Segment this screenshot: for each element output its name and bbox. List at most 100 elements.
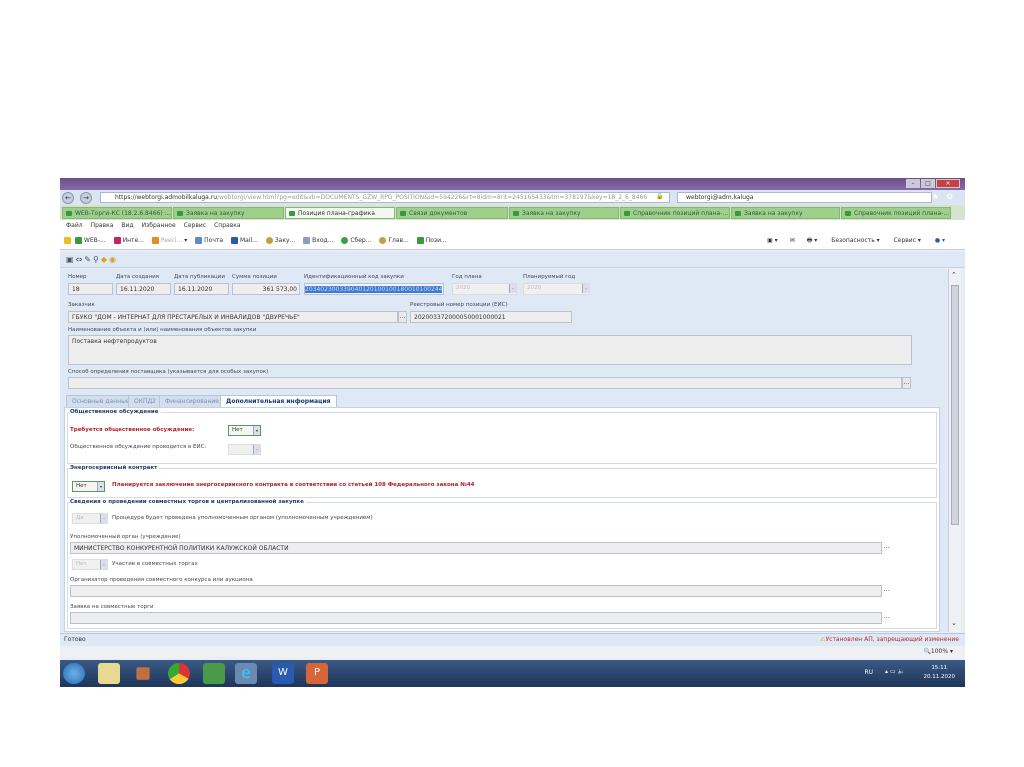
vertical-scrollbar[interactable]: ⌃ ⌄ bbox=[948, 269, 961, 632]
section-title: Общественное обсуждение bbox=[70, 409, 161, 415]
close-button[interactable]: × bbox=[936, 179, 960, 188]
joint-request-lookup-button[interactable]: … bbox=[882, 612, 891, 624]
favorite-link[interactable]: Сбер... bbox=[341, 237, 371, 244]
word-icon[interactable]: W bbox=[272, 663, 294, 684]
zoom-control[interactable]: 🔍100% ▾ bbox=[923, 646, 953, 658]
favorites-star-icon[interactable]: ★ bbox=[932, 192, 939, 201]
customer-lookup-button[interactable]: … bbox=[398, 311, 407, 323]
participation-select[interactable]: Нет ▾ bbox=[72, 559, 108, 570]
favorite-link[interactable]: WEB-... bbox=[74, 237, 106, 244]
customer-label: Заказчик bbox=[68, 302, 95, 308]
tools-menu[interactable]: Сервис ▾ bbox=[894, 237, 921, 244]
browser-tab[interactable]: WEB-Торги-КС (18.2.6.8466) :... bbox=[62, 207, 172, 219]
organizer-lookup-button[interactable]: … bbox=[882, 585, 891, 597]
minimize-button[interactable]: – bbox=[906, 179, 920, 188]
title-bar: – □ × bbox=[60, 178, 965, 190]
registry-label: Реестровый номер позиции (ЕИС) bbox=[410, 302, 508, 308]
language-indicator[interactable]: RU bbox=[864, 669, 873, 676]
supplier-method-field[interactable] bbox=[68, 377, 902, 389]
browser-tab[interactable]: Справочник позиций плана-... bbox=[620, 207, 730, 219]
published-field[interactable]: 16.11.2020 bbox=[174, 283, 229, 295]
browser-tab[interactable]: Заявка на закупку bbox=[731, 207, 840, 219]
favorite-link[interactable]: Peeci... ▾ bbox=[151, 237, 187, 244]
rss-icon[interactable]: ▣ ▾ bbox=[767, 237, 778, 244]
explorer-icon[interactable] bbox=[98, 663, 120, 684]
powerpoint-icon[interactable]: P bbox=[306, 663, 328, 684]
procedure-select[interactable]: Да ▾ bbox=[72, 513, 108, 524]
favorite-link[interactable]: Инте... bbox=[113, 237, 144, 244]
sum-field[interactable]: 361 573,00 bbox=[232, 283, 300, 295]
ikz-field[interactable]: 203402300339040120100100180010100244 bbox=[304, 283, 444, 295]
supplier-method-lookup-button[interactable]: … bbox=[902, 377, 911, 389]
info-icon[interactable]: ◉ bbox=[109, 255, 118, 264]
tray-icons[interactable]: ▴ ▭ 🔈 bbox=[885, 668, 905, 675]
scroll-up-icon[interactable]: ⌃ bbox=[951, 271, 957, 279]
sum-label: Сумма позиции bbox=[232, 274, 277, 280]
authority-field[interactable]: МИНИСТЕРСТВО КОНКУРЕНТНОЙ ПОЛИТИКИ КАЛУЖ… bbox=[70, 542, 882, 554]
media-player-icon[interactable] bbox=[136, 667, 150, 680]
browser-tab[interactable]: Связи документов bbox=[396, 207, 508, 219]
menu-help[interactable]: Справка bbox=[214, 222, 240, 229]
favorite-link[interactable]: Заку... bbox=[265, 237, 295, 244]
link-icon[interactable]: ⚲ bbox=[93, 255, 101, 264]
save-icon[interactable]: ▣ bbox=[66, 255, 76, 264]
help-icon[interactable]: ● ▾ bbox=[935, 237, 945, 244]
published-label: Дата публикации bbox=[174, 274, 225, 280]
browser-tab-strip: WEB-Торги-КС (18.2.6.8466) :... Заявка н… bbox=[60, 205, 965, 220]
chrome-icon[interactable] bbox=[168, 663, 190, 684]
discussion-required-select[interactable]: Нет ▾ bbox=[228, 425, 261, 436]
menu-tools[interactable]: Сервис bbox=[184, 222, 206, 229]
registry-field[interactable]: 202003372000050001000021 bbox=[410, 311, 572, 323]
print-icon[interactable]: 🖶 ▾ bbox=[807, 237, 818, 244]
favorite-link[interactable]: Mail... bbox=[230, 237, 258, 244]
browser-tab-active[interactable]: Позиция плана-графика bbox=[285, 207, 395, 219]
forward-button[interactable]: → bbox=[80, 192, 92, 204]
planned-year-select[interactable]: 2020 ▾ bbox=[523, 283, 590, 295]
menu-file[interactable]: Файл bbox=[66, 222, 83, 229]
tag-icon[interactable]: ◆ bbox=[101, 255, 109, 264]
created-field[interactable]: 16.11.2020 bbox=[116, 283, 171, 295]
clock[interactable]: 15:11 20.11.2020 bbox=[924, 664, 956, 682]
joint-procurement-section: Сведения о проведении совместных торгов … bbox=[67, 499, 937, 629]
favorite-link[interactable]: Пози... bbox=[416, 237, 447, 244]
security-menu[interactable]: Безопасность ▾ bbox=[831, 237, 879, 244]
menu-favorites[interactable]: Избранное bbox=[142, 222, 176, 229]
app-toolbar: ▣⇔✎⚲◆◉ bbox=[60, 252, 965, 268]
menu-view[interactable]: Вид bbox=[121, 222, 133, 229]
energy-contract-select[interactable]: Нет ▾ bbox=[72, 481, 105, 492]
authority-label: Уполномоченный орган (учреждение) bbox=[70, 534, 181, 540]
browser-tab[interactable]: Заявка на закупку bbox=[509, 207, 619, 219]
favorite-link[interactable]: Вход... bbox=[303, 237, 333, 244]
object-name-textarea[interactable]: Поставка нефтепродуктов bbox=[68, 335, 912, 365]
back-button[interactable]: ← bbox=[62, 192, 74, 204]
excel-icon[interactable] bbox=[203, 663, 225, 684]
scroll-down-icon[interactable]: ⌄ bbox=[951, 619, 957, 627]
number-field[interactable]: 18 bbox=[68, 283, 113, 295]
discussion-eis-select[interactable]: ▾ bbox=[228, 444, 261, 455]
maximize-button[interactable]: □ bbox=[921, 179, 935, 188]
warning-message: ⚠Установлен АП, запрещающий изменение bbox=[820, 636, 959, 643]
url-input[interactable]: https://webtorgi.admobilkaluga.ru/webtor… bbox=[100, 192, 670, 203]
menu-edit[interactable]: Правка bbox=[91, 222, 114, 229]
joint-request-field[interactable] bbox=[70, 612, 882, 624]
search-input[interactable]: webtorgi@adm.kaluga bbox=[677, 192, 932, 203]
browser-tab[interactable]: Справочник позиций плана-... bbox=[841, 207, 951, 219]
plan-year-select[interactable]: 2020 ▾ bbox=[452, 283, 517, 295]
start-button[interactable] bbox=[63, 663, 85, 684]
nav-icon[interactable]: ⇔ bbox=[76, 255, 85, 264]
additional-info-panel: Общественное обсуждение Требуется общест… bbox=[64, 407, 940, 632]
favorite-link[interactable]: Глав... bbox=[379, 237, 409, 244]
mail-icon[interactable]: ✉ bbox=[790, 237, 795, 244]
status-bar: Готово ⚠Установлен АП, запрещающий измен… bbox=[60, 633, 965, 646]
home-icon[interactable]: ⌂ bbox=[918, 192, 923, 201]
favorites-star-icon[interactable] bbox=[64, 237, 71, 244]
internet-explorer-icon[interactable]: e bbox=[235, 663, 257, 684]
authority-lookup-button[interactable]: … bbox=[882, 542, 891, 554]
customer-field[interactable]: ГБУКО "ДОМ - ИНТЕРНАТ ДЛЯ ПРЕСТАРЕЛЫХ И … bbox=[68, 311, 398, 323]
scrollbar-thumb[interactable] bbox=[951, 285, 959, 525]
gear-icon[interactable]: ⚙ bbox=[946, 192, 953, 201]
organizer-field[interactable] bbox=[70, 585, 882, 597]
favorite-link[interactable]: Почта bbox=[195, 237, 223, 244]
browser-tab[interactable]: Заявка на закупку bbox=[173, 207, 284, 219]
attach-icon[interactable]: ✎ bbox=[84, 255, 93, 264]
